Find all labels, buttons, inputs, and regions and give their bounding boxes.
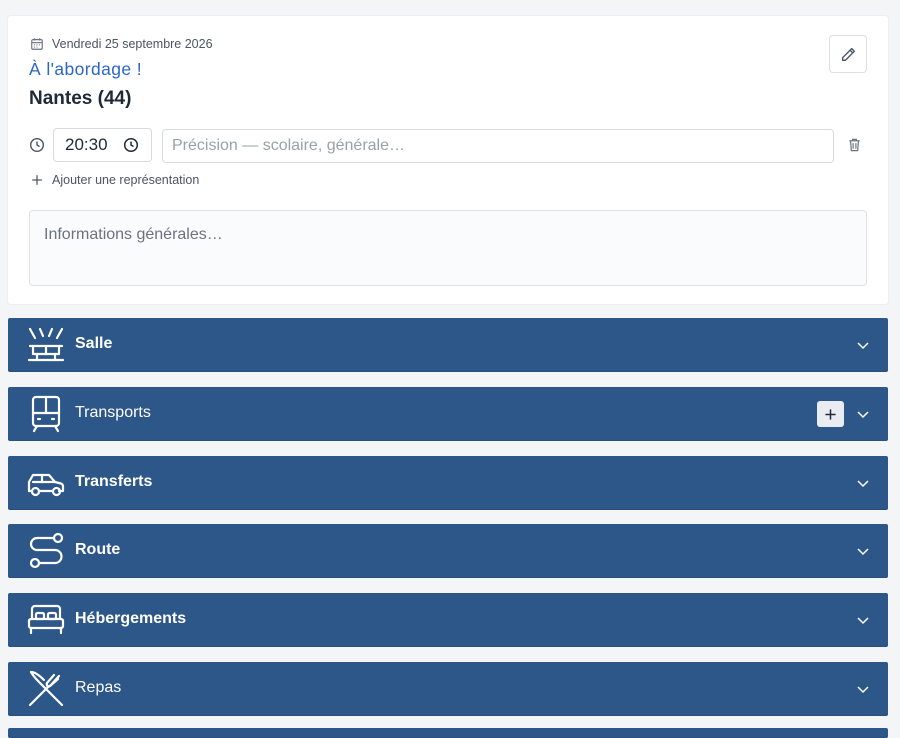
add-transport-button[interactable] [817, 401, 844, 427]
section-label: Transferts [75, 473, 153, 490]
chevron-down-icon[interactable] [856, 408, 870, 420]
plus-icon [32, 175, 42, 185]
clock-icon [29, 137, 45, 153]
chevron-down-icon[interactable] [856, 545, 870, 557]
chevron-down-icon[interactable] [856, 683, 870, 695]
section-label: Transports [75, 404, 151, 421]
time-input[interactable]: 20:30 [53, 128, 152, 162]
section-salle[interactable]: Salle [8, 318, 888, 372]
section-next-partial[interactable] [8, 728, 888, 738]
event-title[interactable]: À l'abordage ! [29, 59, 142, 80]
section-transferts[interactable]: Transferts [8, 456, 888, 510]
chevron-down-icon[interactable] [856, 339, 870, 351]
plus-icon [825, 408, 836, 420]
utensils-icon [28, 670, 64, 707]
section-label: Repas [75, 679, 122, 696]
time-picker-icon[interactable] [123, 137, 139, 153]
train-icon [31, 395, 61, 433]
edit-button[interactable] [829, 35, 867, 73]
bed-icon [27, 604, 65, 635]
section-hebergements[interactable]: Hébergements [8, 593, 888, 647]
precision-input[interactable]: Précision — scolaire, générale… [162, 129, 834, 163]
chevron-down-icon[interactable] [856, 477, 870, 489]
calendar-icon [31, 38, 43, 50]
pencil-icon [841, 47, 855, 61]
section-label: Route [75, 541, 121, 558]
venue-icon [27, 327, 65, 362]
add-representation-link[interactable]: Ajouter une représentation [30, 173, 199, 187]
section-repas[interactable]: Repas [8, 662, 888, 716]
event-date-row: Vendredi 25 septembre 2026 [30, 37, 213, 51]
chevron-down-icon[interactable] [856, 614, 870, 626]
event-card: Vendredi 25 septembre 2026 À l'abordage … [8, 16, 888, 304]
section-label: Hébergements [75, 610, 187, 627]
section-transports[interactable]: Transports [8, 387, 888, 441]
event-city: Nantes (44) [29, 88, 132, 109]
add-representation-label: Ajouter une représentation [52, 173, 200, 187]
trash-icon[interactable] [847, 137, 862, 153]
section-route[interactable]: Route [8, 524, 888, 578]
general-info-textarea[interactable]: Informations générales… [29, 210, 867, 286]
route-icon [29, 532, 64, 569]
section-label: Salle [75, 335, 113, 352]
time-value: 20:30 [65, 135, 108, 154]
event-date: Vendredi 25 septembre 2026 [52, 37, 213, 51]
car-icon [27, 473, 65, 497]
